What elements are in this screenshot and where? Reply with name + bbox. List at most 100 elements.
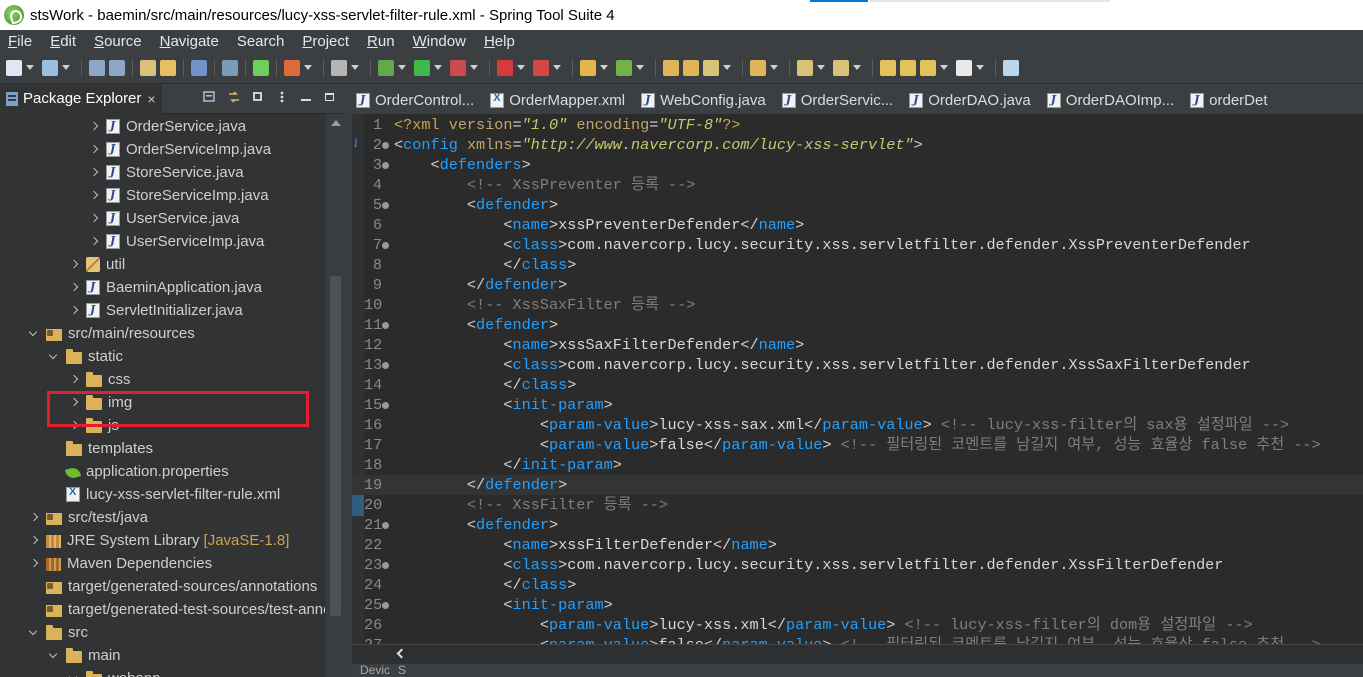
tree-item[interactable]: target/generated-sources/annotations: [0, 575, 325, 598]
terminal-icon[interactable]: [191, 59, 207, 76]
tree-item[interactable]: css: [0, 368, 325, 391]
fold-toggle-icon[interactable]: [382, 602, 389, 609]
chevron-right-icon[interactable]: [68, 374, 80, 386]
server-icon[interactable]: [331, 59, 347, 76]
tree-item[interactable]: main: [0, 644, 325, 667]
dropdown-arrow-icon[interactable]: [817, 65, 825, 70]
fold-toggle-icon[interactable]: [382, 562, 389, 569]
new-icon[interactable]: [6, 59, 22, 76]
close-icon[interactable]: ×: [147, 91, 155, 107]
chevron-down-icon[interactable]: [28, 328, 40, 340]
menu-item[interactable]: Project: [302, 33, 349, 50]
fold-toggle-icon[interactable]: [382, 322, 389, 329]
tree-item[interactable]: templates: [0, 437, 325, 460]
code-line[interactable]: 12 <name>xssSaxFilterDefender</name>: [352, 335, 1363, 355]
fold-toggle-icon[interactable]: [382, 522, 389, 529]
chevron-right-icon[interactable]: [88, 121, 100, 133]
code-line[interactable]: 22 <name>xssFilterDefender</name>: [352, 535, 1363, 555]
code-line[interactable]: 11 <defender>: [352, 315, 1363, 335]
code-line[interactable]: 4 <!-- XssPreventer 등록 -->: [352, 175, 1363, 195]
dropdown-arrow-icon[interactable]: [304, 65, 312, 70]
menu-item[interactable]: Source: [94, 33, 142, 50]
new-class-icon[interactable]: [42, 59, 58, 76]
bottom-tab-devices[interactable]: Devic: [360, 664, 390, 677]
editor-tab[interactable]: OrderServic...: [778, 86, 906, 114]
menu-item[interactable]: Help: [484, 33, 515, 50]
editor-tab[interactable]: OrderMapper.xml: [486, 86, 637, 114]
save-icon[interactable]: [89, 59, 105, 76]
coverage-icon[interactable]: [450, 59, 466, 76]
chevron-right-icon[interactable]: [88, 190, 100, 202]
code-editor[interactable]: i 1 <?xml version="1.0" encoding="UTF-8"?…: [352, 114, 1363, 644]
tree-item[interactable]: static: [0, 345, 325, 368]
view-menu-icon[interactable]: [275, 90, 289, 104]
dropdown-arrow-icon[interactable]: [553, 65, 561, 70]
brush-icon[interactable]: [703, 59, 719, 76]
task-icon[interactable]: [750, 59, 766, 76]
folder-icon[interactable]: [683, 59, 699, 76]
dropdown-arrow-icon[interactable]: [26, 65, 34, 70]
panel-divider[interactable]: [345, 84, 352, 677]
tree-item[interactable]: lucy-xss-servlet-filter-rule.xml: [0, 483, 325, 506]
focus-icon[interactable]: [251, 90, 265, 104]
tree-item[interactable]: UserService.java: [0, 207, 325, 230]
chevron-right-icon[interactable]: [68, 282, 80, 294]
fold-toggle-icon[interactable]: [382, 142, 389, 149]
dropdown-arrow-icon[interactable]: [434, 65, 442, 70]
maximize-icon[interactable]: [323, 90, 337, 104]
bottom-tab-servers[interactable]: S: [398, 664, 406, 677]
code-line[interactable]: 7 <class>com.navercorp.lucy.security.xss…: [352, 235, 1363, 255]
code-line[interactable]: 17 <param-value>false</param-value> <!--…: [352, 435, 1363, 455]
code-line[interactable]: 10 <!-- XssSaxFilter 등록 -->: [352, 295, 1363, 315]
export-icon[interactable]: [160, 59, 176, 76]
open-type-icon[interactable]: [580, 59, 596, 76]
code-line[interactable]: 2 <config xmlns="http://www.navercorp.com…: [352, 135, 1363, 155]
dropdown-arrow-icon[interactable]: [853, 65, 861, 70]
dropdown-arrow-icon[interactable]: [600, 65, 608, 70]
code-line[interactable]: 23 <class>com.navercorp.lucy.security.xs…: [352, 555, 1363, 575]
debug-icon[interactable]: [378, 59, 394, 76]
horizontal-scrollbar[interactable]: [352, 644, 1363, 664]
tree-item[interactable]: util: [0, 253, 325, 276]
code-line[interactable]: 18 </init-param>: [352, 455, 1363, 475]
chevron-right-icon[interactable]: [68, 305, 80, 317]
tree-scrollbar[interactable]: [326, 114, 345, 677]
scrollbar-thumb[interactable]: [330, 276, 341, 616]
code-line[interactable]: 15 <init-param>: [352, 395, 1363, 415]
code-line[interactable]: 8 </class>: [352, 255, 1363, 275]
tree-item[interactable]: JRE System Library [JavaSE-1.8]: [0, 529, 325, 552]
code-line[interactable]: 1 <?xml version="1.0" encoding="UTF-8"?>: [352, 115, 1363, 135]
code-line[interactable]: 20 <!-- XssFilter 등록 -->: [352, 495, 1363, 515]
tab-package-explorer[interactable]: Package Explorer ×: [0, 83, 162, 114]
stop-icon[interactable]: [497, 59, 513, 76]
tree-item[interactable]: UserServiceImp.java: [0, 230, 325, 253]
editor-tab[interactable]: OrderDAOImp...: [1043, 86, 1186, 114]
tree-item[interactable]: OrderService.java: [0, 115, 325, 138]
chevron-down-icon[interactable]: [28, 627, 40, 639]
code-line[interactable]: 27 <param-value>false</param-value> <!--…: [352, 635, 1363, 644]
menu-item[interactable]: Search: [237, 33, 285, 50]
boot-dashboard-icon[interactable]: [253, 59, 269, 76]
chevron-right-icon[interactable]: [68, 259, 80, 271]
fold-toggle-icon[interactable]: [382, 402, 389, 409]
code-line[interactable]: 3 <defenders>: [352, 155, 1363, 175]
menu-item[interactable]: Window: [413, 33, 466, 50]
chevron-right-icon[interactable]: [88, 236, 100, 248]
menu-item[interactable]: Navigate: [160, 33, 219, 50]
open-folder-icon[interactable]: [663, 59, 679, 76]
code-line[interactable]: 16 <param-value>lucy-xss-sax.xml</param-…: [352, 415, 1363, 435]
code-line[interactable]: 13 <class>com.navercorp.lucy.security.xs…: [352, 355, 1363, 375]
scroll-up-icon[interactable]: [331, 120, 341, 126]
menu-item[interactable]: File: [8, 33, 32, 50]
dropdown-arrow-icon[interactable]: [62, 65, 70, 70]
relaunch-icon[interactable]: [533, 59, 549, 76]
editor-tab[interactable]: OrderControl...: [352, 86, 486, 114]
pin-icon[interactable]: [1003, 59, 1019, 76]
chevron-down-icon[interactable]: [48, 650, 60, 662]
fold-toggle-icon[interactable]: [382, 242, 389, 249]
tree-item[interactable]: src/test/java: [0, 506, 325, 529]
tree-item[interactable]: webapp: [0, 667, 325, 677]
dropdown-arrow-icon[interactable]: [723, 65, 731, 70]
chevron-right-icon[interactable]: [88, 213, 100, 225]
tree-item[interactable]: target/generated-test-sources/test-annot…: [0, 598, 325, 621]
